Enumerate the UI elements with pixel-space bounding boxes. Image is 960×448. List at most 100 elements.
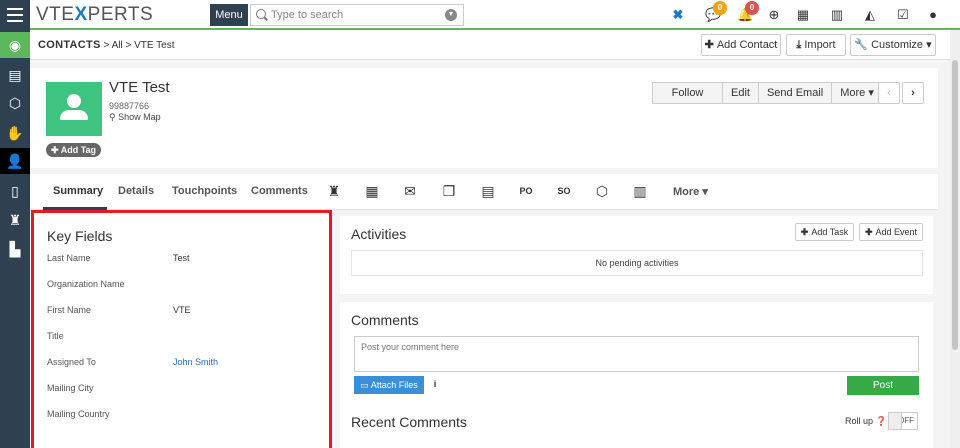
building-icon[interactable]: ▙: [0, 236, 30, 262]
app-logo[interactable]: VTEXPERTS: [36, 4, 153, 26]
box-icon[interactable]: ⬡: [593, 182, 611, 200]
book-icon[interactable]: ▤: [0, 62, 30, 88]
so-icon[interactable]: SO: [555, 182, 573, 200]
page-scrollbar[interactable]: [950, 30, 960, 448]
no-activities-message: No pending activities: [351, 250, 923, 276]
send-email-button[interactable]: Send Email: [759, 83, 833, 103]
tab-touchpoints[interactable]: Touchpoints: [172, 185, 237, 197]
show-map-link[interactable]: ⚲ Show Map: [109, 112, 161, 123]
quick-create-icon[interactable]: ⊕: [766, 7, 782, 23]
book-icon[interactable]: ▤: [479, 182, 497, 200]
add-contact-button[interactable]: ✚ Add Contact: [701, 34, 781, 56]
handshake-icon[interactable]: ✋: [0, 120, 30, 146]
plus-icon: ✚: [864, 227, 873, 237]
follow-button[interactable]: Follow: [653, 83, 723, 103]
breadcrumb-record: VTE Test: [134, 40, 175, 51]
roll-up-toggle[interactable]: OFF: [888, 412, 918, 430]
left-sidebar: ◉ ▤ ⬡ ✋ 👤 ▯ ♜ ▙: [0, 30, 30, 448]
more-actions-button[interactable]: More ▾: [832, 83, 882, 103]
previous-record-button[interactable]: ‹: [878, 82, 900, 104]
add-tag-button[interactable]: ✚ Add Tag: [46, 143, 102, 157]
calendar-icon[interactable]: ▦: [363, 182, 381, 200]
comment-textarea[interactable]: [354, 336, 919, 372]
envelope-icon[interactable]: ✉: [401, 182, 419, 200]
contact-avatar: [46, 82, 102, 136]
pages-icon[interactable]: ▯: [0, 178, 30, 204]
help-icon[interactable]: ❓: [876, 416, 887, 426]
clipboard-icon[interactable]: ▥: [631, 182, 649, 200]
post-comment-button[interactable]: Post: [847, 376, 919, 395]
search-icon: [256, 9, 266, 19]
comments-panel: Comments ▭ Attach Files i Post Recent Co…: [340, 302, 933, 448]
activities-panel: Activities ✚ Add Task ✚ Add Event No pendi…: [340, 216, 933, 294]
tab-summary[interactable]: Summary: [53, 185, 103, 197]
menu-button[interactable]: Menu: [210, 4, 248, 26]
record-phone: 99887766: [109, 101, 150, 111]
hamburger-menu-icon[interactable]: [0, 0, 30, 30]
activities-title: Activities: [351, 226, 407, 242]
search-input[interactable]: [271, 8, 441, 22]
reports-icon[interactable]: ▥: [829, 7, 845, 23]
record-action-group: Follow Edit Send Email More ▾: [652, 82, 883, 104]
edit-button[interactable]: Edit: [723, 83, 759, 103]
record-name: VTE Test: [109, 79, 170, 96]
add-event-button[interactable]: ✚ Add Event: [859, 223, 923, 241]
tab-more[interactable]: More ▾: [673, 185, 708, 198]
assigned-user-link[interactable]: John Smith: [173, 357, 218, 367]
breadcrumb: CONTACTS > All > VTE Test: [38, 39, 175, 51]
vtexperts-x-icon[interactable]: ✖: [670, 7, 686, 23]
tasks-check-icon[interactable]: ☑: [895, 7, 911, 23]
chat-icon[interactable]: 💬 0: [705, 1, 727, 23]
next-record-button[interactable]: ›: [902, 82, 924, 104]
area-chart-icon[interactable]: ◭: [862, 7, 878, 23]
home-circle-icon[interactable]: ◉: [0, 32, 30, 58]
field-label: Organization Name: [47, 279, 125, 289]
field-label: First Name: [47, 305, 92, 315]
roll-up-label: Roll up ❓: [845, 416, 887, 426]
documents-icon[interactable]: ❐: [440, 182, 458, 200]
field-label: Mailing Country: [47, 409, 110, 419]
laptop-icon: ▭: [360, 380, 369, 390]
record-tabs: Summary Details Touchpoints Comments ♜ ▦…: [30, 174, 938, 210]
add-task-button[interactable]: ✚ Add Task: [795, 223, 854, 241]
scrollbar-thumb[interactable]: [952, 60, 958, 350]
money-bag-icon[interactable]: ♜: [325, 182, 343, 200]
field-value[interactable]: Test: [173, 253, 190, 263]
field-label: Last Name: [47, 253, 91, 263]
key-fields-panel: Key Fields Last Name Test Organization N…: [31, 210, 332, 448]
person-icon[interactable]: 👤: [0, 148, 30, 174]
box-icon[interactable]: ⬡: [0, 90, 30, 116]
download-icon: ⤓: [796, 39, 802, 51]
calendar-icon[interactable]: ▦: [795, 7, 811, 23]
chat-count-badge: 0: [713, 1, 727, 15]
recent-comments-title: Recent Comments: [351, 414, 467, 430]
breadcrumb-filter[interactable]: All: [112, 40, 123, 51]
comments-title: Comments: [351, 312, 419, 328]
field-label: Mailing City: [47, 383, 94, 393]
tab-details[interactable]: Details: [118, 185, 154, 197]
customize-button[interactable]: 🔧 Customize ▾: [850, 34, 936, 56]
top-navigation-bar: VTEXPERTS Menu ▼ ✖ 💬 0 🔔 0 ⊕ ▦ ▥ ◭ ☑ ●: [0, 0, 960, 30]
global-search[interactable]: ▼: [250, 4, 464, 26]
alerts-count-badge: 0: [745, 1, 759, 15]
plus-icon: ✚: [800, 227, 809, 237]
breadcrumb-bar: CONTACTS > All > VTE Test ✚ Add Contact ⤓…: [30, 30, 960, 60]
attach-files-button[interactable]: ▭ Attach Files: [354, 376, 424, 394]
info-icon[interactable]: i: [430, 379, 440, 389]
key-fields-title: Key Fields: [47, 228, 113, 244]
field-label: Assigned To: [47, 357, 96, 367]
map-marker-icon: ⚲: [109, 112, 116, 122]
tab-comments[interactable]: Comments: [251, 185, 308, 197]
search-options-icon[interactable]: ▼: [445, 9, 457, 21]
wrench-icon: 🔧: [854, 39, 869, 51]
money-bag-icon[interactable]: ♜: [0, 207, 30, 233]
field-label: Title: [47, 331, 64, 341]
user-profile-icon[interactable]: ●: [925, 7, 941, 23]
plus-icon: ✚: [704, 39, 714, 51]
po-icon[interactable]: PO: [517, 182, 535, 200]
field-value[interactable]: VTE: [173, 305, 191, 315]
import-button[interactable]: ⤓ Import: [786, 34, 846, 56]
breadcrumb-module[interactable]: CONTACTS: [38, 39, 101, 51]
record-header: VTE Test 99887766 ⚲ Show Map ✚ Add Tag F…: [30, 68, 938, 168]
bell-icon[interactable]: 🔔 0: [737, 1, 759, 23]
